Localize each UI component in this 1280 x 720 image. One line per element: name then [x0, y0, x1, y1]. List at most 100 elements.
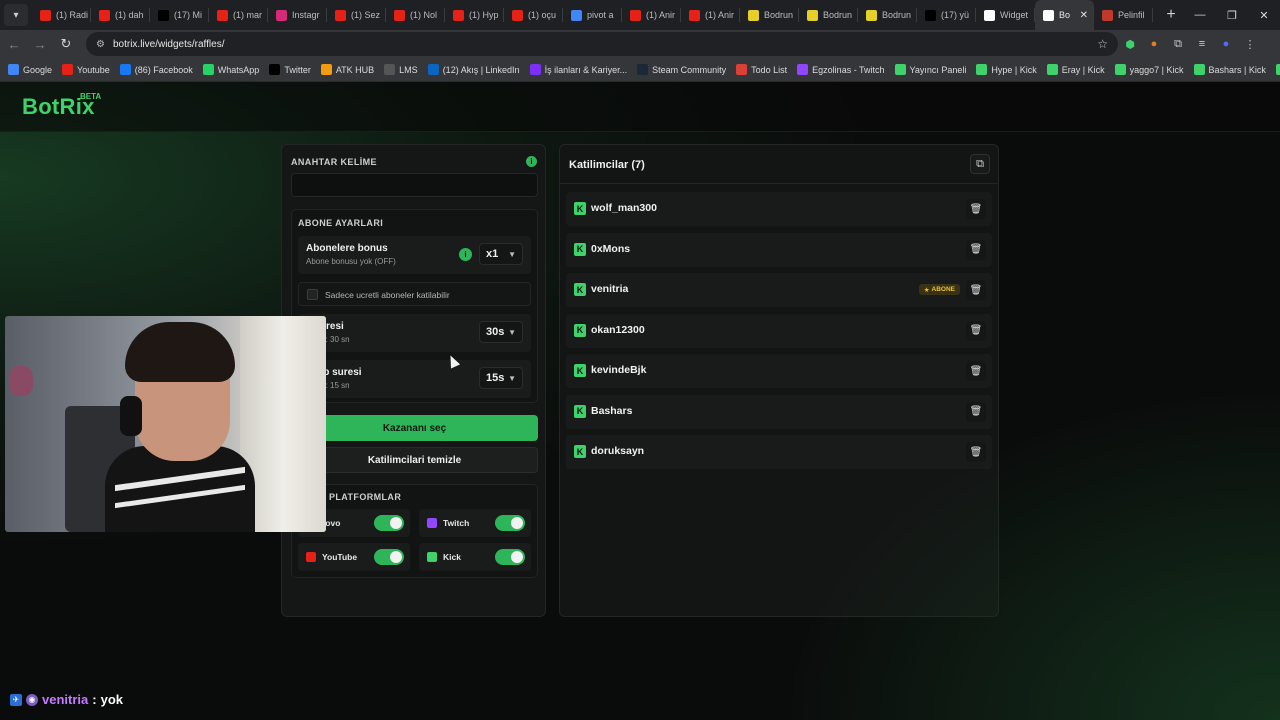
- browser-tab[interactable]: (17) yü: [917, 0, 976, 30]
- tab-search-icon[interactable]: ▾: [4, 4, 28, 26]
- browser-tab[interactable]: (1) dah: [91, 0, 150, 30]
- bookmark-item[interactable]: LMS: [384, 64, 418, 75]
- orange-extension-icon[interactable]: ●: [1142, 32, 1166, 56]
- bookmark-item[interactable]: Twitter: [269, 64, 311, 75]
- bookmark-item[interactable]: Hype | Kick: [976, 64, 1037, 75]
- bookmark-item[interactable]: Eray | Kick: [1046, 64, 1105, 75]
- platform-toggle[interactable]: [374, 549, 404, 565]
- divider: [560, 183, 998, 184]
- browser-tab[interactable]: Bodrun: [858, 0, 917, 30]
- shield-extension-icon[interactable]: ⬢: [1118, 32, 1142, 56]
- youtube-icon: [99, 9, 110, 21]
- profile-avatar[interactable]: ●: [1214, 32, 1238, 56]
- pick-winner-button[interactable]: Kazananı seç: [291, 415, 538, 441]
- browser-tab[interactable]: (17) Mi: [150, 0, 209, 30]
- duration-select[interactable]: 30s ▼: [479, 321, 523, 343]
- platform-toggle[interactable]: [374, 515, 404, 531]
- browser-tab[interactable]: (1) mar: [209, 0, 268, 30]
- trash-icon[interactable]: 🗑: [966, 239, 986, 260]
- chat-platform-icon: ✈: [10, 693, 22, 706]
- browser-tab[interactable]: Pelinfil: [1094, 0, 1153, 30]
- browser-tab[interactable]: (1) Radi: [32, 0, 91, 30]
- browser-tab[interactable]: Bodrun: [799, 0, 858, 30]
- participant-row: K 0xMons 🗑: [566, 232, 992, 267]
- bookmark-item[interactable]: dirim | Kick: [1275, 64, 1280, 75]
- browser-toolbar: ← → ↻ ⚙ botrix.live/widgets/raffles/ ☆ ⬢…: [0, 30, 1280, 58]
- webcam-flower: [9, 366, 33, 396]
- tab-label: (1) Nol: [410, 10, 438, 20]
- tab-label: (1) Radi: [56, 10, 89, 20]
- close-tab-icon[interactable]: ✕: [1080, 10, 1088, 21]
- platform-toggle[interactable]: [495, 515, 525, 531]
- extensions-puzzle-icon[interactable]: ⧉: [1166, 32, 1190, 56]
- sub-only-row[interactable]: Sadece ucretli aboneler katilabilir: [298, 282, 531, 306]
- minimize-icon[interactable]: —: [1184, 0, 1216, 30]
- trash-icon[interactable]: 🗑: [966, 320, 986, 341]
- bookmark-item[interactable]: Steam Community: [637, 64, 726, 75]
- chat-separator: :: [92, 692, 97, 707]
- kick-icon: K: [574, 283, 586, 296]
- reload-icon[interactable]: ↻: [54, 32, 78, 56]
- bookmark-item[interactable]: Bashars | Kick: [1193, 64, 1266, 75]
- instagram-icon: [276, 9, 287, 21]
- trash-icon[interactable]: 🗑: [966, 280, 986, 300]
- keyword-info-icon[interactable]: i: [526, 156, 537, 167]
- bookmark-item[interactable]: Google: [8, 64, 52, 75]
- browser-tab[interactable]: (1) Anir: [681, 0, 740, 30]
- bookmark-item[interactable]: (12) Akış | LinkedIn: [427, 64, 520, 75]
- browser-tab[interactable]: Bo ✕: [1035, 0, 1094, 30]
- youtube-icon: [630, 9, 641, 21]
- bookmark-label: yaggo7 | Kick: [1129, 64, 1184, 75]
- trash-icon[interactable]: 🗑: [966, 442, 986, 462]
- browser-tab[interactable]: (1) Sez: [327, 0, 386, 30]
- site-info-icon[interactable]: ⚙: [96, 39, 105, 50]
- x-icon: [269, 64, 281, 75]
- platform-label: Twitch: [443, 518, 470, 528]
- participant-name: Bashars: [591, 404, 633, 417]
- sub-only-checkbox[interactable]: [307, 289, 318, 300]
- clear-participants-button[interactable]: Katilimcilari temizle: [291, 447, 538, 473]
- forward-icon[interactable]: →: [28, 32, 52, 56]
- sub-bonus-select[interactable]: x1 ▼: [479, 243, 523, 265]
- bookmark-item[interactable]: Yayıncı Paneli: [894, 64, 966, 75]
- back-icon[interactable]: ←: [2, 32, 26, 56]
- bookmark-label: Eray | Kick: [1061, 64, 1105, 75]
- keyword-input[interactable]: [291, 173, 538, 197]
- address-bar[interactable]: ⚙ botrix.live/widgets/raffles/ ☆: [86, 32, 1118, 56]
- bookmark-item[interactable]: ATK HUB: [320, 64, 374, 75]
- browser-tab[interactable]: pivot a: [563, 0, 622, 30]
- browser-tab[interactable]: Bodrun: [740, 0, 799, 30]
- browser-tab[interactable]: (1) Hyp: [445, 0, 504, 30]
- browser-tab[interactable]: (1) Nol: [386, 0, 445, 30]
- browser-tab[interactable]: Widget: [976, 0, 1035, 30]
- bookmark-item[interactable]: (86) Facebook: [119, 64, 193, 75]
- restore-icon[interactable]: ❐: [1216, 0, 1248, 30]
- bookmark-star-icon[interactable]: ☆: [1097, 37, 1108, 51]
- bookmark-item[interactable]: WhatsApp: [202, 64, 259, 75]
- bookmark-item[interactable]: yaggo7 | Kick: [1114, 64, 1184, 75]
- tab-label: Bo: [1059, 10, 1071, 20]
- close-window-icon[interactable]: ✕: [1248, 0, 1280, 30]
- bookmark-label: Steam Community: [652, 64, 727, 75]
- browser-menu-icon[interactable]: ⋮: [1238, 32, 1262, 56]
- sub-bonus-info-icon[interactable]: i: [459, 248, 472, 261]
- copy-icon[interactable]: ⧉: [970, 154, 990, 174]
- browser-tab[interactable]: Instagr: [268, 0, 327, 30]
- platform-toggle[interactable]: [495, 549, 525, 565]
- trash-icon[interactable]: 🗑: [966, 361, 986, 381]
- trash-icon[interactable]: 🗑: [966, 401, 986, 422]
- bookmark-item[interactable]: Todo List: [736, 64, 787, 75]
- bookmark-item[interactable]: Youtube: [62, 64, 110, 75]
- bookmark-item[interactable]: Egzolinas - Twitch: [797, 64, 885, 75]
- browser-tab[interactable]: (1) Anir: [622, 0, 681, 30]
- new-tab-button[interactable]: +: [1159, 6, 1183, 24]
- trash-icon[interactable]: 🗑: [966, 199, 986, 219]
- kick-icon: K: [574, 202, 586, 215]
- tab-label: (1) oçu: [528, 10, 557, 20]
- bookmark-label: Hype | Kick: [991, 64, 1037, 75]
- participants-title: Katilimcilar (7): [569, 159, 645, 171]
- media-icon[interactable]: ≡: [1190, 32, 1214, 56]
- claim-select[interactable]: 15s ▼: [479, 367, 523, 389]
- browser-tab[interactable]: (1) oçu: [504, 0, 563, 30]
- bookmark-item[interactable]: İş ilanları & Kariyer...: [529, 64, 627, 75]
